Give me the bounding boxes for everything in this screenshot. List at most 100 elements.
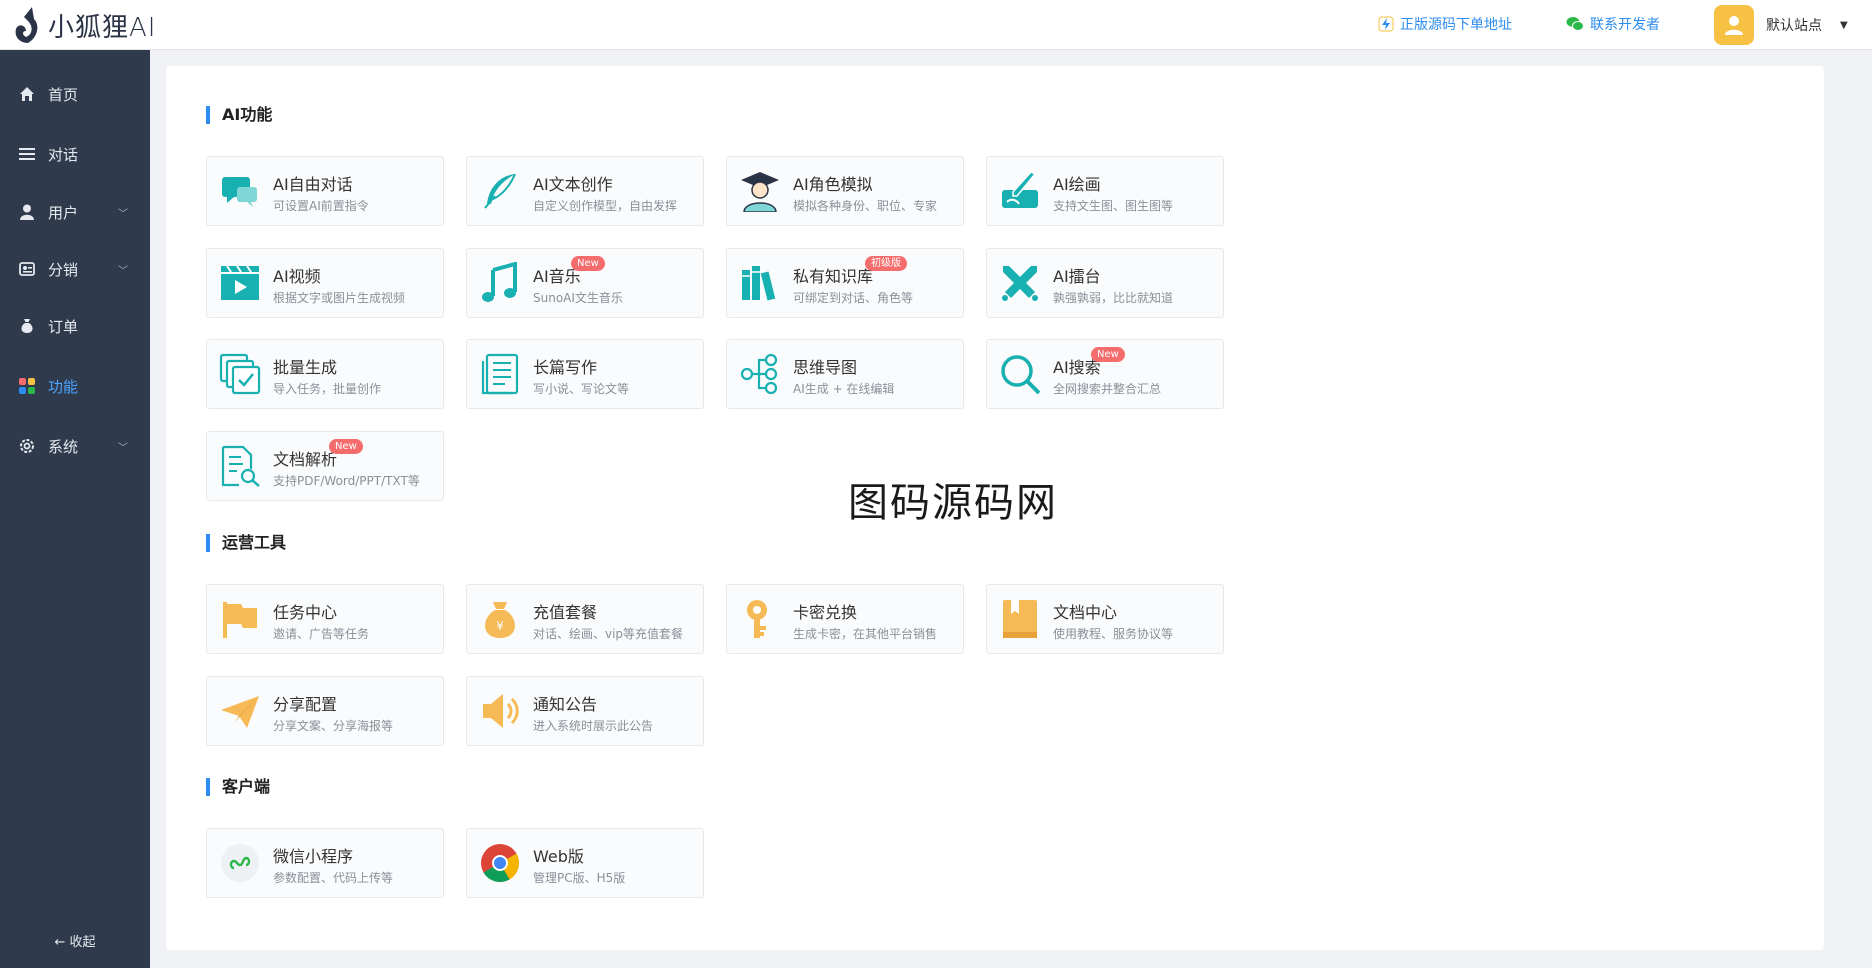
tile-title: 长篇写作	[533, 358, 598, 377]
paper-plane-icon	[221, 696, 259, 728]
tile-batch-generate[interactable]: 批量生成 导入任务，批量创作	[206, 339, 444, 409]
sidebar-item-users[interactable]: 用户 ﹀	[0, 192, 150, 232]
doc-search-icon	[221, 445, 260, 487]
tile-card-redeem[interactable]: 卡密兑换 生成卡密，在其他平台销售	[726, 584, 964, 654]
tile-ai-painting[interactable]: AI绘画 支持文生图、图生图等	[986, 156, 1224, 226]
tile-subtitle: 可设置AI前置指令	[273, 199, 369, 213]
tile-title: 分享配置	[273, 695, 338, 714]
tile-ai-role[interactable]: AI角色模拟 模拟各种身份、职位、专家	[726, 156, 964, 226]
search-icon	[1001, 355, 1041, 395]
collapse-sidebar-button[interactable]: ← 收起	[0, 931, 150, 950]
source-order-link[interactable]: 正版源码下单地址	[1378, 14, 1512, 34]
sidebar-item-features[interactable]: 功能	[0, 366, 150, 406]
tile-title: AI绘画	[1053, 175, 1101, 194]
main-panel: AI功能 AI自由对话 可设置AI前置指令 AI文本创作 自定义创作模型，自由发…	[166, 66, 1824, 950]
sidebar-item-home[interactable]: 首页	[0, 74, 150, 114]
tile-ai-arena[interactable]: AI擂台 孰强孰弱，比比就知道	[986, 248, 1224, 318]
tile-subtitle: SunoAI文生音乐	[533, 291, 623, 305]
contact-developer-label: 联系开发者	[1590, 17, 1660, 33]
watermark: 图码源码网	[848, 480, 1058, 526]
money-bag-icon: ¥	[485, 602, 515, 638]
tile-subtitle: AI生成 + 在线编辑	[793, 382, 895, 396]
tile-subtitle: 根据文字或图片生成视频	[273, 291, 406, 305]
chevron-down-icon: ﹀	[118, 265, 128, 277]
tile-recharge-plans[interactable]: ¥ 充值套餐 对话、绘画、vip等充值套餐	[466, 584, 704, 654]
sidebar-item-distribution[interactable]: 分销 ﹀	[0, 249, 150, 289]
beta-badge: 初级版	[865, 256, 907, 271]
swords-icon	[1002, 266, 1038, 301]
tile-long-writing[interactable]: 长篇写作 写小说、写论文等	[466, 339, 704, 409]
tile-ai-search[interactable]: AI搜索 New 全网搜索并整合汇总	[986, 339, 1224, 409]
section-title-ai: AI功能	[206, 106, 272, 124]
tile-doc-parse[interactable]: 文档解析 New 支持PDF/Word/PPT/TXT等	[206, 431, 444, 501]
tile-ai-video[interactable]: AI视频 根据文字或图片生成视频	[206, 248, 444, 318]
sidebar: 首页 对话 用户 ﹀ 分销 ﹀ 订单 功能 系统 ﹀ ← 收起	[0, 50, 150, 968]
fox-logo-icon	[15, 7, 38, 43]
sidebar-item-label: 功能	[48, 377, 79, 396]
tile-mind-map[interactable]: 思维导图 AI生成 + 在线编辑	[726, 339, 964, 409]
contact-developer-link[interactable]: 联系开发者	[1566, 14, 1660, 34]
book-icon	[1003, 600, 1037, 638]
user-avatar-icon	[1725, 16, 1743, 35]
tile-subtitle: 参数配置、代码上传等	[273, 871, 394, 885]
arrow-left-icon: ←	[54, 935, 66, 950]
tile-title: 文档中心	[1053, 603, 1118, 622]
flag-icon	[223, 602, 257, 638]
feather-icon	[484, 173, 516, 209]
source-order-label: 正版源码下单地址	[1400, 17, 1512, 33]
tile-ai-music[interactable]: AI音乐 New SunoAI文生音乐	[466, 248, 704, 318]
tile-title: 通知公告	[533, 695, 598, 714]
sidebar-item-chat[interactable]: 对话	[0, 134, 150, 174]
tile-subtitle: 邀请、广告等任务	[273, 627, 370, 641]
tile-title: Web版	[533, 847, 584, 866]
tile-subtitle: 孰强孰弱，比比就知道	[1053, 291, 1174, 305]
section-title-ops: 运营工具	[206, 534, 286, 552]
distribution-icon	[18, 260, 36, 278]
home-icon	[18, 85, 36, 103]
graduate-icon	[741, 172, 779, 212]
sidebar-item-label: 对话	[48, 145, 79, 164]
app-name: 小狐狸AI	[48, 12, 157, 43]
tile-subtitle: 模拟各种身份、职位、专家	[793, 199, 938, 213]
tile-subtitle: 写小说、写论文等	[533, 382, 630, 396]
site-name: 默认站点	[1766, 18, 1822, 34]
tile-subtitle: 支持PDF/Word/PPT/TXT等	[273, 474, 420, 488]
app-logo[interactable]: 小狐狸AI	[12, 4, 156, 46]
tile-ai-writing[interactable]: AI文本创作 自定义创作模型，自由发挥	[466, 156, 704, 226]
tile-title: 充值套餐	[533, 603, 598, 622]
sidebar-item-label: 订单	[48, 317, 79, 336]
user-icon	[18, 203, 36, 221]
gear-icon	[18, 437, 36, 455]
tile-title: AI视频	[273, 267, 321, 286]
tile-subtitle: 支持文生图、图生图等	[1053, 199, 1174, 213]
tile-wechat-miniprogram[interactable]: 微信小程序 参数配置、代码上传等	[206, 828, 444, 898]
sidebar-item-system[interactable]: 系统 ﹀	[0, 426, 150, 466]
list-icon	[18, 145, 36, 163]
apps-icon	[18, 377, 36, 395]
tile-task-center[interactable]: 任务中心 邀请、广告等任务	[206, 584, 444, 654]
tile-subtitle: 使用教程、服务协议等	[1053, 627, 1174, 641]
tile-knowledge-base[interactable]: 私有知识库 初级版 可绑定到对话、角色等	[726, 248, 964, 318]
tile-subtitle: 管理PC版、H5版	[533, 871, 626, 885]
lightning-icon	[1378, 16, 1394, 32]
mindmap-icon	[740, 353, 778, 395]
tile-doc-center[interactable]: 文档中心 使用教程、服务协议等	[986, 584, 1224, 654]
tile-subtitle: 全网搜索并整合汇总	[1053, 382, 1162, 396]
batch-icon	[219, 353, 261, 395]
caret-down-icon: ▼	[1840, 19, 1848, 31]
tile-subtitle: 生成卡密，在其他平台销售	[793, 627, 938, 641]
tile-ai-chat[interactable]: AI自由对话 可设置AI前置指令	[206, 156, 444, 226]
tile-announcement[interactable]: 通知公告 进入系统时展示此公告	[466, 676, 704, 746]
tile-share-config[interactable]: 分享配置 分享文案、分享海报等	[206, 676, 444, 746]
avatar	[1714, 5, 1754, 45]
tile-subtitle: 对话、绘画、vip等充值套餐	[533, 627, 684, 641]
sidebar-item-orders[interactable]: 订单	[0, 306, 150, 346]
tile-title: 卡密兑换	[793, 603, 858, 622]
tile-web-version[interactable]: Web版 管理PC版、H5版	[466, 828, 704, 898]
music-icon	[482, 262, 517, 302]
site-switcher[interactable]: 默认站点 ▼	[1714, 5, 1848, 45]
tile-title: 文档解析	[273, 450, 338, 469]
new-badge: New	[571, 256, 605, 271]
order-icon	[18, 317, 36, 335]
collapse-label: 收起	[69, 935, 96, 950]
